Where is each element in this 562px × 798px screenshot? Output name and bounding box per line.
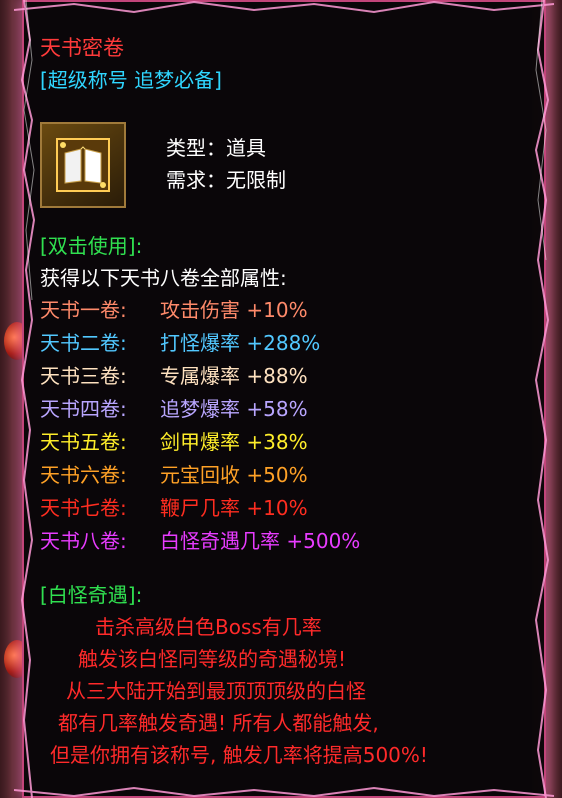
volume-label: 天书三卷: bbox=[40, 364, 127, 388]
item-type: 类型：道具 bbox=[166, 136, 266, 160]
volume-effect: 专属爆率 +88% bbox=[160, 364, 308, 388]
volume-effect: 追梦爆率 +58% bbox=[160, 397, 308, 421]
volume-label: 天书七卷: bbox=[40, 496, 127, 520]
volume-label: 天书八卷: bbox=[40, 529, 127, 553]
item-title-tag: [超级称号 追梦必备] bbox=[40, 68, 222, 92]
item-requirement: 需求：无限制 bbox=[166, 168, 286, 192]
usage-intro: 获得以下天书八卷全部属性: bbox=[40, 266, 287, 290]
volume-effect: 鞭尸几率 +10% bbox=[160, 496, 308, 520]
volume-effect: 剑甲爆率 +38% bbox=[160, 430, 308, 454]
volume-label: 天书一卷: bbox=[40, 298, 127, 322]
volume-label: 天书四卷: bbox=[40, 397, 127, 421]
volume-effect: 打怪爆率 +288% bbox=[160, 331, 321, 355]
usage-header: [双击使用]: bbox=[40, 234, 143, 258]
item-name: 天书密卷 bbox=[40, 36, 124, 60]
encounter-line: 都有几率触发奇遇! 所有人都能触发, bbox=[58, 711, 379, 735]
encounter-line: 从三大陆开始到最顶顶顶级的白怪 bbox=[66, 679, 366, 703]
volume-label: 天书五卷: bbox=[40, 430, 127, 454]
volume-label: 天书二卷: bbox=[40, 331, 127, 355]
encounter-line: 击杀高级白色Boss有几率 bbox=[95, 615, 322, 639]
volume-effect: 白怪奇遇几率 +500% bbox=[160, 529, 361, 553]
volume-effect: 元宝回收 +50% bbox=[160, 463, 308, 487]
item-icon-slot[interactable] bbox=[40, 122, 126, 208]
encounter-header: [白怪奇遇]: bbox=[40, 583, 143, 607]
encounter-line: 但是你拥有该称号, 触发几率将提高500%! bbox=[50, 743, 428, 767]
encounter-line: 触发该白怪同等级的奇遇秘境! bbox=[78, 647, 347, 671]
volume-effect: 攻击伤害 +10% bbox=[160, 298, 308, 322]
book-icon bbox=[56, 138, 110, 192]
volume-label: 天书六卷: bbox=[40, 463, 127, 487]
